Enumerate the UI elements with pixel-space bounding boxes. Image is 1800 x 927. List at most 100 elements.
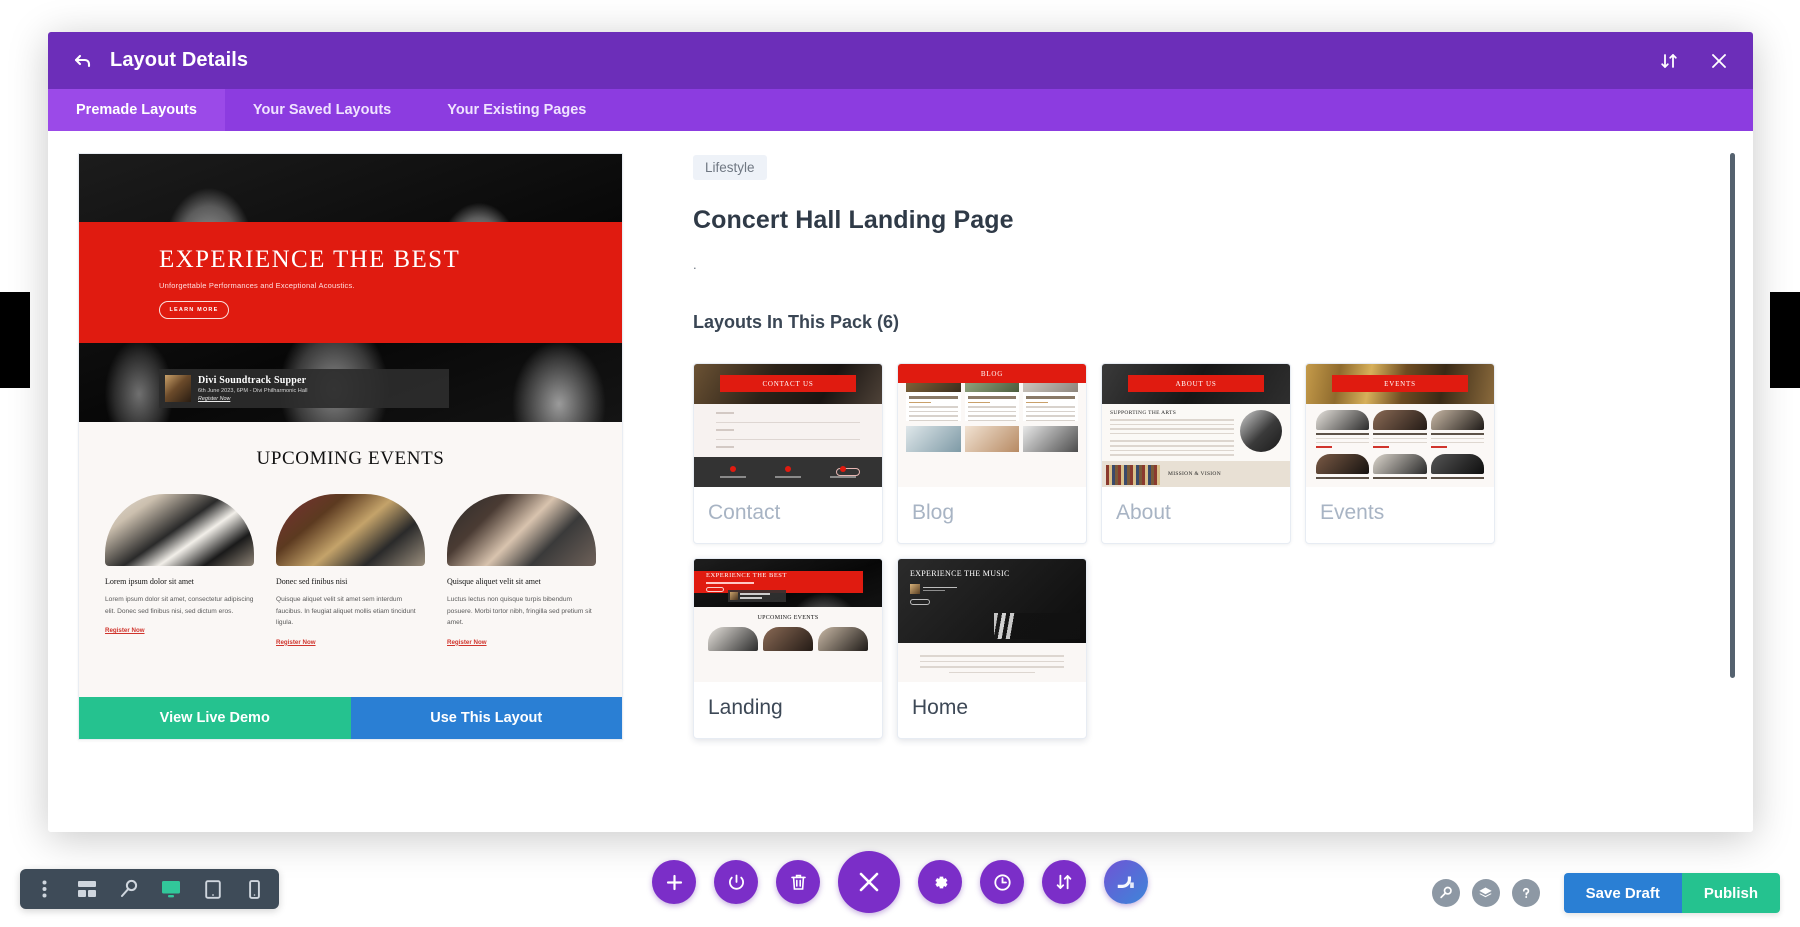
preview-hero-heading: EXPERIENCE THE BEST xyxy=(159,246,461,273)
save-publish-group: Save Draft Publish xyxy=(1563,873,1780,913)
mini-about-band: MISSION & VISION xyxy=(1102,460,1290,487)
layout-card-home[interactable]: EXPERIENCE THE MUSIC Home xyxy=(897,558,1087,739)
close-x-icon[interactable] xyxy=(838,851,900,913)
layout-preview-column: EXPERIENCE THE BEST Unforgettable Perfor… xyxy=(48,131,653,832)
save-draft-button[interactable]: Save Draft xyxy=(1563,873,1682,913)
preview-hero-button: LEARN MORE xyxy=(159,301,229,319)
zoom-search-icon[interactable] xyxy=(118,879,139,900)
mini-banner: BLOG xyxy=(898,364,1086,383)
pack-heading: Layouts In This Pack (6) xyxy=(693,312,900,332)
layout-card-label: About xyxy=(1116,501,1171,524)
layout-card-landing[interactable]: EXPERIENCE THE BEST UPCOMING EVENTS Land… xyxy=(693,558,883,739)
preview-action-buttons: View Live Demo Use This Layout xyxy=(79,697,622,739)
layout-card-contact[interactable]: CONTACT US Contact xyxy=(693,363,883,544)
left-black-bar xyxy=(0,292,30,388)
layout-description: . xyxy=(693,257,697,272)
preview-event-name: Quisque aliquet velit sit amet xyxy=(447,577,541,586)
phone-icon[interactable] xyxy=(244,879,265,900)
publish-button[interactable]: Publish xyxy=(1681,873,1780,913)
layout-card-thumbnail: EVENTS xyxy=(1306,364,1494,487)
history-clock-icon[interactable] xyxy=(980,860,1024,904)
layout-card-thumbnail: ABOUT US SUPPORTING THE ARTS MISSION & V… xyxy=(1102,364,1290,487)
help-question-icon[interactable] xyxy=(1511,879,1540,907)
layout-card-label: Home xyxy=(912,696,969,719)
bottom-toolbar: Save Draft Publish xyxy=(0,832,1800,927)
page-title: Concert Hall Landing Page xyxy=(693,206,1014,234)
preview-event-name: Lorem ipsum dolor sit amet xyxy=(105,577,194,586)
preview-event-register-link: Register Now xyxy=(198,396,231,402)
layout-card-label: Blog xyxy=(912,501,955,524)
preview-hero-band: EXPERIENCE THE BEST Unforgettable Perfor… xyxy=(79,222,622,343)
mini-contact-form xyxy=(694,404,882,476)
mini-hero: EVENTS xyxy=(1306,364,1494,404)
divi-logo-icon[interactable] xyxy=(1104,860,1148,904)
desktop-icon[interactable] xyxy=(160,879,181,900)
preview-event-register: Register Now xyxy=(447,638,487,646)
layout-card-events[interactable]: EVENTS Events xyxy=(1305,363,1495,544)
modal-header-actions xyxy=(1657,49,1731,73)
preview-hero-subheading: Unforgettable Performances and Exception… xyxy=(159,281,355,290)
sort-updown-icon[interactable] xyxy=(1042,860,1086,904)
modal-header: Layout Details xyxy=(48,32,1753,89)
left-toolbar-dock xyxy=(20,869,279,909)
center-toolbar-dock xyxy=(652,851,1148,913)
preview-event-text: Divi Soundtrack Supper 6th June 2023, 6P… xyxy=(198,375,307,402)
trash-icon[interactable] xyxy=(776,860,820,904)
sort-updown-icon[interactable] xyxy=(1657,49,1681,73)
mini-hero: EXPERIENCE THE MUSIC xyxy=(898,559,1086,643)
tab-your-existing-pages[interactable]: Your Existing Pages xyxy=(419,89,614,131)
mini-about-image xyxy=(1240,410,1282,452)
layout-card-thumbnail: BLOG xyxy=(898,364,1086,487)
preview-event-body: Luctus lectus non quisque turpis bibendu… xyxy=(447,596,592,627)
zoom-search-icon[interactable] xyxy=(1431,879,1460,907)
category-badge[interactable]: Lifestyle xyxy=(693,155,767,180)
layout-preview-card: EXPERIENCE THE BEST Unforgettable Perfor… xyxy=(78,153,623,740)
modal-body: EXPERIENCE THE BEST Unforgettable Perfor… xyxy=(48,131,1753,832)
plus-icon[interactable] xyxy=(652,860,696,904)
layers-icon[interactable] xyxy=(1471,879,1500,907)
preview-event-card: Quisque aliquet velit sit amet Luctus le… xyxy=(447,494,596,646)
layout-preview-screenshot: EXPERIENCE THE BEST Unforgettable Perfor… xyxy=(79,154,622,697)
preview-event-image xyxy=(447,494,596,566)
kebab-menu-icon[interactable] xyxy=(34,879,55,900)
mini-about-heading: SUPPORTING THE ARTS xyxy=(1110,410,1177,416)
close-icon[interactable] xyxy=(1707,49,1731,73)
preview-event-meta: 6th June 2023, 6PM - Divi Philharmonic H… xyxy=(198,388,308,394)
layout-card-thumbnail: EXPERIENCE THE MUSIC xyxy=(898,559,1086,682)
mini-banner: ABOUT US xyxy=(1128,375,1264,392)
preview-upcoming-heading: UPCOMING EVENTS xyxy=(256,448,445,469)
preview-event-card: Donec sed finibus nisi Quisque aliquet v… xyxy=(276,494,425,646)
power-icon[interactable] xyxy=(714,860,758,904)
preview-hero: EXPERIENCE THE BEST Unforgettable Perfor… xyxy=(79,154,622,422)
preview-event-name: Donec sed finibus nisi xyxy=(276,577,348,586)
use-this-layout-button[interactable]: Use This Layout xyxy=(350,697,622,739)
mini-hero: CONTACT US xyxy=(694,364,882,404)
layout-card-label: Landing xyxy=(708,696,783,719)
layout-card-blog[interactable]: BLOG Blog xyxy=(897,363,1087,544)
preview-event-card: Lorem ipsum dolor sit amet Lorem ipsum d… xyxy=(105,494,254,646)
tab-bar: Premade Layouts Your Saved Layouts Your … xyxy=(48,89,1753,131)
gear-icon[interactable] xyxy=(918,860,962,904)
tab-your-saved-layouts[interactable]: Your Saved Layouts xyxy=(225,89,419,131)
back-arrow-icon[interactable] xyxy=(70,48,96,74)
tablet-icon[interactable] xyxy=(202,879,223,900)
preview-event-strip: Divi Soundtrack Supper 6th June 2023, 6P… xyxy=(159,369,449,408)
preview-event-thumbnail xyxy=(165,375,191,402)
mini-banner: EVENTS xyxy=(1332,375,1468,392)
layout-card-label: Events xyxy=(1320,501,1385,524)
wireframe-icon[interactable] xyxy=(76,879,97,900)
mini-about-heading-2: MISSION & VISION xyxy=(1168,471,1221,478)
tab-premade-layouts[interactable]: Premade Layouts xyxy=(48,89,225,131)
modal-title: Layout Details xyxy=(110,49,249,71)
layout-card-about[interactable]: ABOUT US SUPPORTING THE ARTS MISSION & V… xyxy=(1101,363,1291,544)
mini-banner: EXPERIENCE THE BEST xyxy=(706,572,787,580)
preview-event-register: Register Now xyxy=(276,638,316,646)
preview-event-image xyxy=(276,494,425,566)
layout-card-thumbnail: CONTACT US xyxy=(694,364,882,487)
mini-banner: CONTACT US xyxy=(720,375,856,392)
preview-event-image xyxy=(105,494,254,566)
mini-upcoming-heading: UPCOMING EVENTS xyxy=(757,615,819,621)
view-live-demo-button[interactable]: View Live Demo xyxy=(79,697,351,739)
right-toolbar-dock: Save Draft Publish xyxy=(1431,873,1780,913)
scrollbar-thumb[interactable] xyxy=(1730,153,1735,678)
